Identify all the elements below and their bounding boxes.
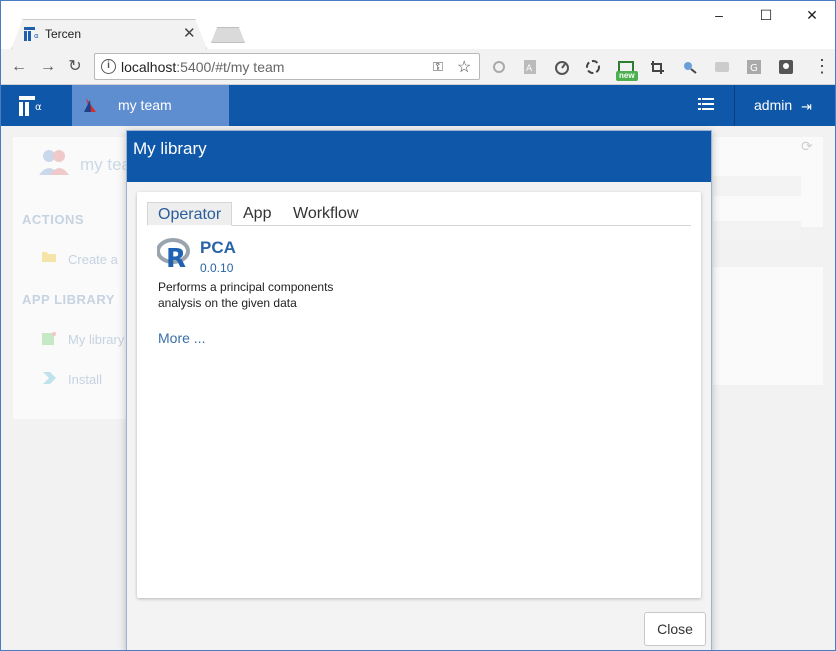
bulb-extension-icon[interactable] (777, 59, 795, 75)
reload-button[interactable]: ↻ (65, 57, 85, 77)
install-item[interactable]: Install (68, 372, 102, 387)
browser-tab[interactable]: α Tercen ✕ (11, 20, 205, 50)
svg-text:R: R (166, 244, 186, 270)
user-menu[interactable]: admin (754, 97, 792, 113)
navbar-divider (734, 85, 735, 126)
library-tabs: Operator App Workflow (147, 202, 691, 226)
tab-operator[interactable]: Operator (147, 202, 233, 226)
url-text: localhost:5400/#t/my team (121, 59, 284, 75)
install-icon (43, 372, 56, 384)
minimize-button[interactable]: – (709, 5, 729, 25)
background-bar (713, 221, 801, 241)
pdf-extension-icon[interactable]: A (521, 59, 539, 75)
operator-version: 0.0.10 (200, 261, 234, 275)
forward-button[interactable]: → (38, 57, 58, 77)
svg-text:A: A (526, 64, 533, 74)
tercen-logo-icon[interactable]: α (19, 94, 49, 118)
sync-extension-icon[interactable] (584, 59, 602, 75)
browser-tab-title: Tercen (45, 27, 82, 41)
operator-name[interactable]: PCA (200, 238, 236, 258)
svg-text:α: α (34, 32, 39, 40)
app-navbar: α my team admin ⇥ (1, 85, 835, 126)
back-button[interactable]: ← (9, 57, 29, 77)
app-library-heading: APP LIBRARY (22, 292, 115, 307)
svg-text:α: α (35, 102, 42, 113)
library-icon (42, 332, 56, 345)
team-avatar-icon (39, 150, 69, 175)
r-logo-icon[interactable]: R (157, 236, 191, 270)
tercen-favicon-icon: α (24, 27, 39, 41)
background-right-panel-2 (713, 267, 823, 385)
tab-app[interactable]: App (233, 202, 281, 226)
create-action-item[interactable]: Create a (68, 252, 118, 267)
background-bar (713, 176, 801, 196)
translate-extension-icon[interactable] (713, 59, 731, 75)
team-label: my team (118, 97, 172, 113)
browser-toolbar: ← → ↻ i localhost:5400/#t/my team ⚿ ☆ A … (1, 49, 835, 85)
maximize-button[interactable]: ☐ (756, 5, 776, 25)
dialog-title: My library (133, 139, 207, 158)
actions-heading: ACTIONS (22, 212, 84, 227)
new-tab-button[interactable] (211, 27, 245, 43)
browser-window: α Tercen ✕ – ☐ ✕ ← → ↻ i localhost:5400/… (0, 0, 836, 651)
speedometer-icon[interactable] (553, 59, 571, 75)
tab-workflow[interactable]: Workflow (283, 202, 369, 226)
dialog-header: My library (127, 131, 711, 182)
site-info-icon[interactable]: i (101, 59, 116, 74)
team-icon (84, 98, 96, 112)
background-team-name: my tea (80, 155, 132, 174)
list-icon[interactable] (698, 97, 714, 111)
star-icon[interactable]: ☆ (457, 57, 471, 77)
my-library-item[interactable]: My library (68, 332, 124, 347)
extension-gear-icon[interactable] (490, 59, 508, 75)
logout-icon[interactable]: ⇥ (801, 99, 812, 115)
team-tab[interactable]: my team (72, 85, 229, 126)
svg-text:G: G (750, 63, 758, 74)
my-library-dialog: My library Operator App Workflow R PCA 0… (126, 130, 712, 650)
address-bar[interactable]: i localhost:5400/#t/my team ⚿ ☆ (94, 53, 480, 80)
window-close-button[interactable]: ✕ (802, 5, 822, 25)
browser-titlebar: α Tercen ✕ – ☐ ✕ (1, 1, 835, 49)
key-icon[interactable]: ⚿ (433, 59, 443, 75)
url-path: :5400/#t/my team (176, 59, 285, 75)
url-host: localhost (121, 59, 177, 75)
menu-icon[interactable]: ⋮ (813, 57, 831, 75)
close-button[interactable]: Close (644, 612, 706, 646)
magnifier-extension-icon[interactable] (681, 59, 699, 75)
refresh-icon[interactable]: ⟳ (801, 138, 813, 155)
more-link[interactable]: More ... (158, 330, 205, 346)
operator-description: Performs a principal components analysis… (158, 280, 334, 310)
new-badge: new (616, 71, 638, 81)
crop-icon[interactable] (649, 59, 667, 75)
g-extension-icon[interactable]: G (745, 59, 763, 75)
dialog-body: Operator App Workflow R PCA 0.0.10 Perfo… (137, 192, 701, 598)
tab-close-icon[interactable]: ✕ (183, 24, 196, 42)
folder-icon (42, 252, 56, 262)
